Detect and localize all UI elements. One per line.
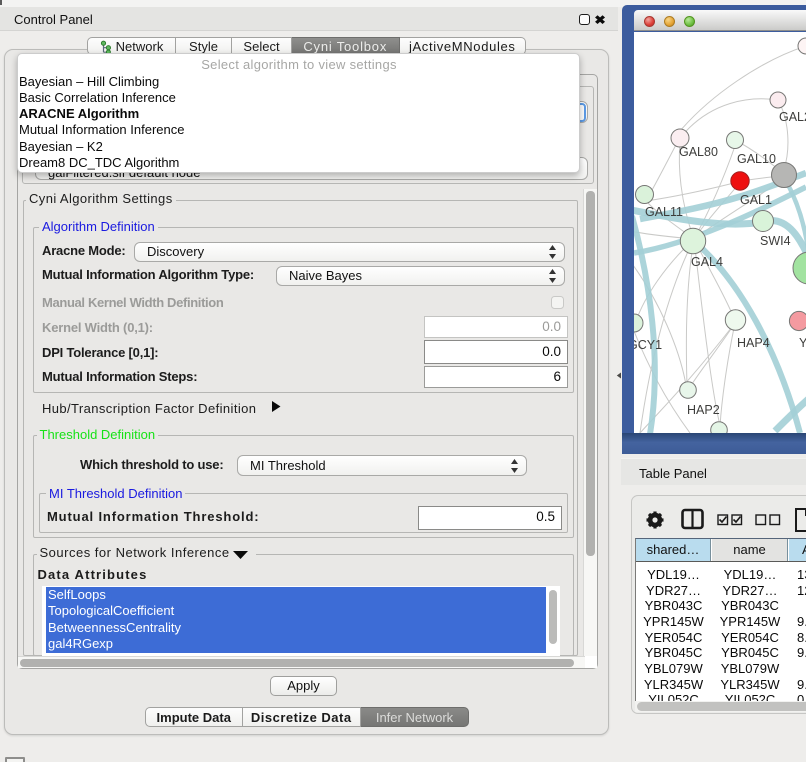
- svg-text:HAP4: HAP4: [737, 336, 770, 350]
- svg-text:SWI4: SWI4: [760, 234, 791, 248]
- svg-text:GCY1: GCY1: [634, 338, 662, 352]
- svg-text:GAL10: GAL10: [737, 152, 776, 166]
- svg-text:GAL80: GAL80: [679, 145, 718, 159]
- svg-text:GAL11: GAL11: [645, 205, 683, 219]
- svg-text:HAP2: HAP2: [687, 403, 720, 417]
- svg-text:Y: Y: [799, 336, 806, 350]
- svg-text:GAL4: GAL4: [691, 255, 723, 269]
- svg-text:GAL1: GAL1: [740, 193, 772, 207]
- svg-text:GAL2: GAL2: [779, 110, 806, 124]
